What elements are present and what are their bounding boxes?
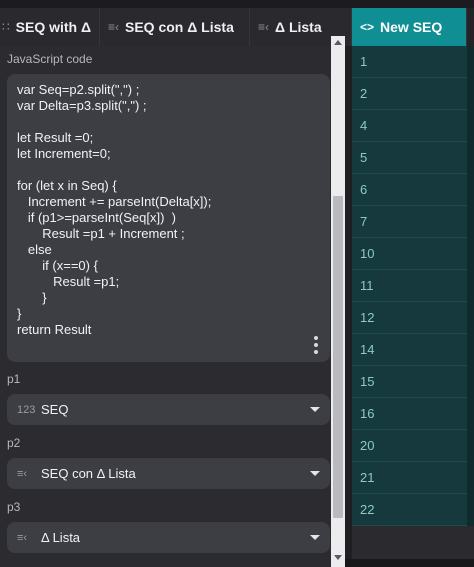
tab-seq-with-delta[interactable]: ∷ SEQ with Δ: [0, 8, 100, 46]
dots-lines-icon: ∷: [2, 20, 10, 34]
table-cell[interactable]: 11: [352, 270, 467, 302]
param-value: SEQ con Δ Lista: [41, 466, 136, 481]
param-select-p3[interactable]: ≡‹ Δ Lista: [7, 522, 330, 553]
scroll-up-arrow-icon[interactable]: [334, 40, 342, 45]
code-text[interactable]: var Seq=p2.split(",") ; var Delta=p3.spl…: [17, 82, 320, 338]
tab-seq-con-delta-lista[interactable]: ≡‹ SEQ con Δ Lista: [100, 8, 250, 46]
table-cell[interactable]: 10: [352, 238, 467, 270]
more-options-icon[interactable]: [314, 336, 318, 354]
param-select-p2[interactable]: ≡‹ SEQ con Δ Lista: [7, 458, 330, 489]
table-cell[interactable]: 21: [352, 462, 467, 494]
scrollbar-thumb[interactable]: [333, 196, 343, 518]
next-column-edge: [467, 46, 474, 526]
code-editor[interactable]: var Seq=p2.split(",") ; var Delta=p3.spl…: [7, 74, 330, 362]
table-cell[interactable]: 1: [352, 46, 467, 78]
column-tab-bar: ∷ SEQ with Δ ≡‹ SEQ con Δ Lista ≡‹ Δ Lis…: [0, 8, 474, 46]
scroll-down-arrow-icon[interactable]: [334, 555, 342, 560]
param-value: Δ Lista: [41, 530, 81, 545]
param-label-p3: p3: [7, 500, 21, 514]
formula-editor-panel: JavaScript code var Seq=p2.split(",") ; …: [0, 46, 331, 567]
chevron-down-icon: [310, 535, 320, 540]
table-cell[interactable]: 4: [352, 110, 467, 142]
editor-label: JavaScript code: [7, 52, 93, 66]
param-select-p1[interactable]: 123 SEQ: [7, 394, 330, 425]
table-cell[interactable]: 12: [352, 302, 467, 334]
table-cell[interactable]: 15: [352, 366, 467, 398]
param-value: SEQ: [41, 402, 69, 417]
table-cell[interactable]: 5: [352, 142, 467, 174]
table-cell[interactable]: 6: [352, 174, 467, 206]
text-list-icon: ≡‹: [17, 467, 28, 480]
text-list-icon: ≡‹: [17, 531, 28, 544]
param-label-p1: p1: [7, 372, 21, 386]
column-footer: [352, 526, 474, 559]
table-cell[interactable]: 22: [352, 494, 467, 526]
chevron-down-icon: [310, 471, 320, 476]
number-type-icon: 123: [17, 403, 36, 416]
tab-label: SEQ with Δ: [15, 19, 92, 35]
list-text-icon: ≡‹: [258, 20, 269, 34]
new-seq-column: 1 2 4 5 6 7 10 11 12 14 15 16 20 21 22: [352, 46, 467, 526]
list-text-icon: ≡‹: [108, 20, 119, 34]
tab-label: Δ Lista: [275, 19, 322, 35]
table-cell[interactable]: 14: [352, 334, 467, 366]
param-label-p2: p2: [7, 436, 21, 450]
code-icon: <>: [360, 20, 375, 34]
table-cell[interactable]: 20: [352, 430, 467, 462]
table-cell[interactable]: 7: [352, 206, 467, 238]
table-cell[interactable]: 16: [352, 398, 467, 430]
panel-gutter: [345, 46, 352, 567]
tab-label: SEQ con Δ Lista: [125, 19, 234, 35]
chevron-down-icon: [310, 407, 320, 412]
table-cell[interactable]: 2: [352, 78, 467, 110]
tab-label: New SEQ: [380, 19, 443, 35]
tab-new-seq[interactable]: <> New SEQ: [352, 8, 467, 46]
